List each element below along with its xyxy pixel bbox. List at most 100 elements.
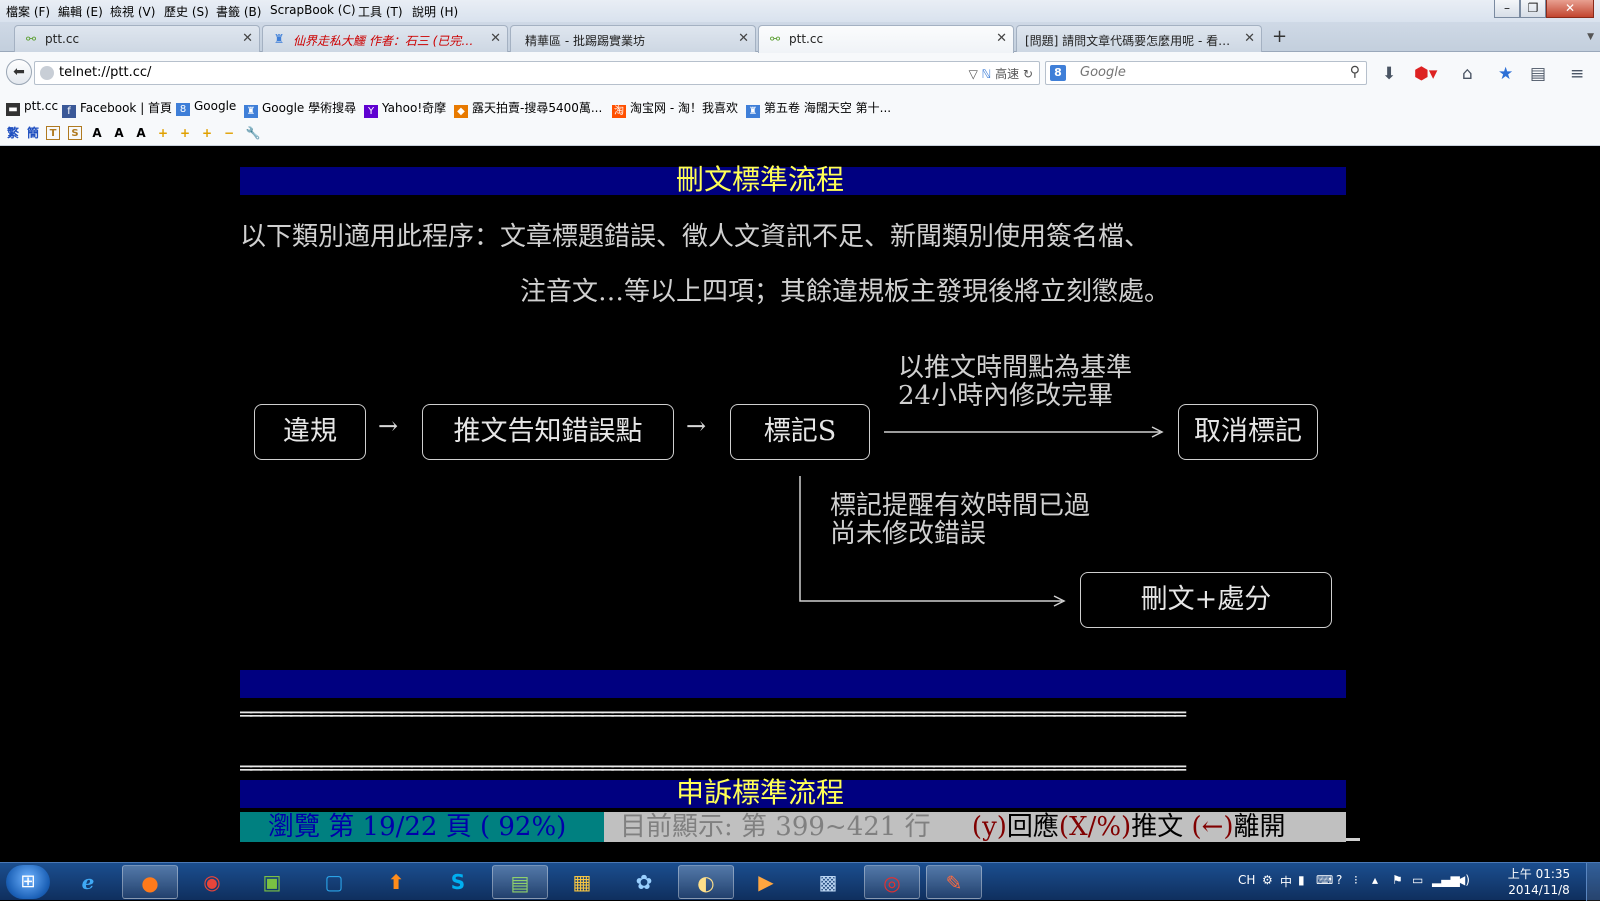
skype-icon[interactable]: S <box>430 865 486 899</box>
url-text[interactable]: telnet://ptt.cc/ <box>59 65 151 80</box>
ime-mode-indicator[interactable]: 中 <box>1280 873 1292 890</box>
speed-label[interactable]: 高速 <box>995 67 1019 81</box>
site-identity-icon[interactable] <box>40 66 54 80</box>
menu-bookmarks[interactable]: 書籤 (B) <box>216 3 261 20</box>
home-icon[interactable]: ⌂ <box>1462 64 1473 84</box>
bookmark-yahoo[interactable]: Y Yahoo!奇摩 <box>364 99 446 118</box>
tab-novel[interactable]: ♜ 仙界走私大鱷 作者：石三 (已完成)... ✕ <box>262 25 508 52</box>
ime-settings-icon[interactable]: ⚙ <box>1262 873 1273 887</box>
bookmark-taobao[interactable]: 淘淘宝网 - 淘！我喜欢 <box>612 99 738 118</box>
search-input[interactable] <box>1080 65 1330 80</box>
flow-box-cancel: 取消標記 <box>1178 404 1318 460</box>
push-label[interactable]: 推文 <box>1131 812 1183 842</box>
traditional-chinese-icon[interactable]: 繁 <box>4 124 22 142</box>
close-tab-icon[interactable]: ✕ <box>996 31 1007 46</box>
menu-file[interactable]: 檔案 (F) <box>6 3 50 20</box>
tab-archive[interactable]: 精華區 - 批踢踢實業坊 ✕ <box>510 25 756 52</box>
burn-disc-icon[interactable]: ◐ <box>678 865 734 899</box>
tab-list-icon[interactable]: ▼ <box>1587 32 1594 42</box>
help-icon[interactable]: ? <box>1336 873 1342 887</box>
minimize-button[interactable]: – <box>1494 0 1520 18</box>
text-t-icon[interactable]: T <box>46 126 60 140</box>
ie-icon[interactable]: e <box>60 865 116 899</box>
vmware-icon[interactable]: ▣ <box>244 865 300 899</box>
download-icon[interactable]: ⬇ <box>1382 64 1396 84</box>
show-desktop-button[interactable] <box>1586 863 1600 901</box>
minus-icon[interactable]: − <box>220 124 238 142</box>
reload-icon[interactable]: ↻ <box>1023 67 1033 81</box>
bookmark-star-icon[interactable]: ★ <box>1498 64 1513 84</box>
remote-desktop-icon[interactable]: ▩ <box>800 865 856 899</box>
close-tab-icon[interactable]: ✕ <box>242 31 253 46</box>
bookmark-ptt[interactable]: ▬ ptt.cc <box>6 99 58 116</box>
firefox-icon[interactable]: ● <box>122 865 178 899</box>
back-button[interactable]: ⬅ <box>6 59 32 85</box>
volume-icon[interactable]: ◀) <box>1456 873 1470 887</box>
bookmarks-list-icon[interactable]: ▤ <box>1530 64 1546 84</box>
reply-label[interactable]: 回應 <box>1007 812 1059 842</box>
leave-label[interactable]: 離開 <box>1234 812 1286 842</box>
menu-history[interactable]: 歷史 (S) <box>164 3 209 20</box>
network-icon[interactable]: ✿ <box>616 865 672 899</box>
add-t-icon[interactable]: + <box>176 124 194 142</box>
search-icon[interactable]: ⚲ <box>1350 64 1360 80</box>
hamburger-menu-icon[interactable]: ≡ <box>1570 64 1584 84</box>
new-tab-button[interactable]: + <box>1272 26 1287 47</box>
simplified-chinese-icon[interactable]: 簡 <box>24 124 42 142</box>
ime-keyboard-icon[interactable]: ⌨ <box>1316 873 1333 887</box>
double-line-divider: ════════════════════════════════════════… <box>240 708 1186 722</box>
ime-options-icon[interactable]: ⁝ <box>1354 873 1358 887</box>
menu-edit[interactable]: 編輯 (E) <box>58 3 103 20</box>
bookmark-ruten[interactable]: ◆ 露天拍賣-搜尋5400萬... <box>454 99 602 118</box>
maximize-button[interactable]: ❐ <box>1520 0 1546 18</box>
action-center-flag-icon[interactable]: ⚑ <box>1392 873 1403 887</box>
font-a-large-icon[interactable]: A <box>132 124 150 142</box>
tab-ptt-1[interactable]: ⚯ ptt.cc ✕ <box>14 25 260 52</box>
close-tab-icon[interactable]: ✕ <box>1244 31 1255 46</box>
bookmark-scholar[interactable]: ♜ Google 學術搜尋 <box>244 99 356 118</box>
menu-view[interactable]: 檢視 (V) <box>110 3 155 20</box>
pcman-icon[interactable]: ◎ <box>864 865 920 899</box>
transmission-icon[interactable]: ⬆ <box>368 865 424 899</box>
menu-scrapbook[interactable]: ScrapBook (C) <box>270 3 356 17</box>
start-button[interactable]: ⊞ <box>6 865 50 899</box>
add-icon[interactable]: + <box>154 124 172 142</box>
chrome-icon[interactable]: ◉ <box>184 865 240 899</box>
outlook-icon[interactable]: ▢ <box>306 865 362 899</box>
font-a-icon[interactable]: A <box>88 124 106 142</box>
chart-app-icon[interactable]: ▤ <box>492 865 548 899</box>
close-window-button[interactable]: ✕ <box>1546 0 1594 18</box>
google-icon[interactable]: 8 <box>1050 65 1066 81</box>
add-s-icon[interactable]: + <box>198 124 216 142</box>
bookmark-google[interactable]: 8 Google <box>176 99 236 116</box>
url-bar[interactable]: telnet://ptt.cc/ ▽ ℕ 高速 ↻ <box>34 61 1040 85</box>
search-bar[interactable]: 8 ⚲ <box>1045 61 1367 85</box>
show-hidden-icons-icon[interactable]: ▴ <box>1372 873 1378 887</box>
terminal-view[interactable]: 刪文標準流程 以下類別適用此程序：文章標題錯誤、徵人文資訊不足、新聞類別使用簽名… <box>0 146 1600 862</box>
language-indicator[interactable]: CH <box>1238 873 1255 887</box>
menu-help[interactable]: 說明 (H) <box>412 3 458 20</box>
text-s-icon[interactable]: S <box>68 126 82 140</box>
tab-title: [問題] 請問文章代碼要怎麼用呢 - 看板... <box>1025 34 1239 48</box>
wrench-icon[interactable]: 🔧 <box>244 124 262 142</box>
tab-question[interactable]: [問題] 請問文章代碼要怎麼用呢 - 看板... ✕ <box>1016 25 1262 52</box>
font-a-small-icon[interactable]: A <box>110 124 128 142</box>
bookmark-facebook[interactable]: f Facebook | 首頁 <box>62 99 172 118</box>
close-tab-icon[interactable]: ✕ <box>490 31 501 46</box>
power-icon[interactable]: ▭ <box>1412 873 1423 887</box>
reply-key[interactable]: (y) <box>972 812 1007 842</box>
adblock-icon[interactable]: ⬢▾ <box>1414 64 1437 84</box>
close-tab-icon[interactable]: ✕ <box>738 31 749 46</box>
folder-icon[interactable]: ▦ <box>554 865 610 899</box>
media-player-icon[interactable]: ▶ <box>738 865 794 899</box>
menu-tools[interactable]: 工具 (T) <box>358 3 403 20</box>
ime-shape-icon[interactable]: ▮ <box>1298 873 1305 887</box>
tab-ptt-active[interactable]: ⚯ ptt.cc ✕ <box>758 25 1014 53</box>
bookmark-novel[interactable]: ♜ 第五卷 海闊天空 第十... <box>746 99 891 118</box>
clock[interactable]: 上午 01:35 2014/11/8 <box>1504 866 1574 898</box>
paint-icon[interactable]: ✎ <box>926 865 982 899</box>
push-key[interactable]: (X/%) <box>1059 812 1131 842</box>
dropdown-arrow-icon[interactable]: ▽ <box>969 67 978 81</box>
leave-key[interactable]: (←) <box>1191 812 1233 842</box>
speed-icon[interactable]: ℕ <box>982 67 992 81</box>
